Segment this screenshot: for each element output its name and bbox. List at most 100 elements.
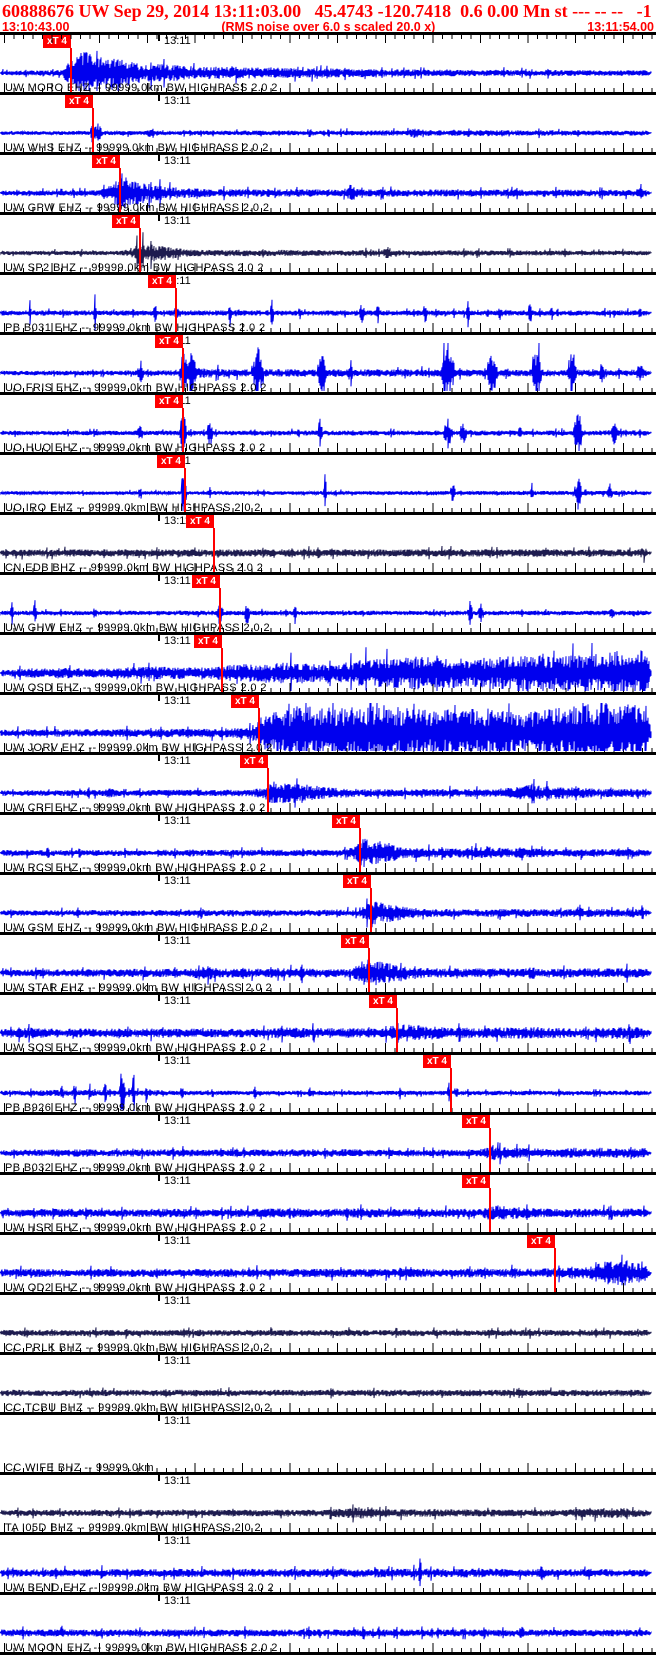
- trace-row-moro[interactable]: 13:11 xT 4 UW MORO EHZ -- 99999.0km BW H…: [0, 35, 656, 95]
- trace-row-rcs[interactable]: 13:11 xT 4 UW RCS EHZ -- 99999.0km BW HI…: [0, 815, 656, 875]
- trace-row-iro[interactable]: 13:11 xT 4 UO IRO EHZ -- 99999.0km BW HI…: [0, 455, 656, 515]
- trace-row-prlk[interactable]: 13:11 CC PRLK BHZ -- 99999.0km BW HIGHPA…: [0, 1295, 656, 1355]
- station-label: UW OD2 EHZ -- 99999.0km BW HIGHPASS 2.0 …: [5, 1282, 266, 1294]
- station-label: UW SP2 BHZ -- 99999.0km BW HIGHPASS 2.0 …: [5, 262, 264, 274]
- trace-row-wife[interactable]: 13:11 CC WIFE BHZ -- 99999.0km: [0, 1415, 656, 1475]
- trace-row-jorv[interactable]: 13:11 xT 4 UW JORV EHZ -- 99999.0km BW H…: [0, 695, 656, 755]
- pick-line[interactable]: [182, 408, 184, 452]
- pick-flag[interactable]: xT 4: [240, 755, 268, 768]
- pick-flag[interactable]: xT 4: [343, 875, 371, 888]
- event-header: 60888676 UW Sep 29, 2014 13:11:03.00 45.…: [0, 0, 656, 35]
- trace-row-moon[interactable]: 13:11 UW MOON EHZ -- 99999.0km BW HIGHPA…: [0, 1595, 656, 1655]
- pick-flag[interactable]: xT 4: [112, 215, 140, 228]
- pick-line[interactable]: [370, 888, 372, 932]
- pick-line[interactable]: [450, 1068, 452, 1112]
- trace-row-sqs[interactable]: 13:11 xT 4 UW SQS EHZ -- 99999.0km BW HI…: [0, 995, 656, 1055]
- pick-flag[interactable]: xT 4: [369, 995, 397, 1008]
- trace-row-gpw[interactable]: 13:11 xT 4 UW GPW EHZ -- 99999.0km BW HI…: [0, 155, 656, 215]
- trace-row-ghw[interactable]: 13:11 xT 4 UW GHW EHZ -- 99999.0km BW HI…: [0, 575, 656, 635]
- trace-row-edb[interactable]: 13:11 xT 4 CN EDB BHZ -- 99999.0km BW HI…: [0, 515, 656, 575]
- pick-flag[interactable]: xT 4: [332, 815, 360, 828]
- pick-line[interactable]: [184, 468, 186, 512]
- station-label: UW JORV EHZ -- 99999.0km BW HIGHPASS 2.0…: [5, 742, 273, 754]
- pick-flag[interactable]: xT 4: [194, 635, 222, 648]
- trace-row-crf[interactable]: 13:11 xT 4 UW CRF EHZ -- 99999.0km BW HI…: [0, 755, 656, 815]
- station-label: UW CRF EHZ -- 99999.0km BW HIGHPASS 2.0 …: [5, 802, 266, 814]
- trace-row-b032[interactable]: 13:11 xT 4 PB B032 EHZ -- 99999.0km BW H…: [0, 1115, 656, 1175]
- pick-flag[interactable]: xT 4: [423, 1055, 451, 1068]
- trace-row-bend[interactable]: 13:11 UW BEND EHZ -- 99999.0km BW HIGHPA…: [0, 1535, 656, 1595]
- pick-flag[interactable]: xT 4: [65, 95, 93, 108]
- station-label: UW GPW EHZ -- 99999.0km BW HIGHPASS 2.0 …: [5, 202, 270, 214]
- rms-scaling-note: (RMS noise over 6.0 s scaled 20.0 x): [221, 20, 436, 34]
- pick-line[interactable]: [139, 228, 141, 272]
- pick-line[interactable]: [554, 1248, 556, 1292]
- station-label: PB B032 EHZ -- 99999.0km BW HIGHPASS 2.0…: [5, 1162, 266, 1174]
- trace-row-i05d[interactable]: 13:11 TA I05D BHZ -- 99999.0km BW HIGHPA…: [0, 1475, 656, 1535]
- pick-line[interactable]: [182, 348, 184, 392]
- station-label: UO FRIS EHZ -- 99999.0km BW HIGHPASS 2.0…: [5, 382, 267, 394]
- trace-row-sp2[interactable]: 13:11 xT 4 UW SP2 BHZ -- 99999.0km BW HI…: [0, 215, 656, 275]
- minute-tick: [158, 1415, 160, 1421]
- pick-flag[interactable]: xT 4: [157, 455, 185, 468]
- pick-line[interactable]: [267, 768, 269, 812]
- trace-row-b926[interactable]: 13:11 xT 4 PB B926 EHZ -- 99999.0km BW H…: [0, 1055, 656, 1115]
- station-label: UW HSR EHZ -- 99999.0km BW HIGHPASS 2.0 …: [5, 1222, 267, 1234]
- pick-line[interactable]: [92, 108, 94, 152]
- pick-line[interactable]: [396, 1008, 398, 1052]
- pick-line[interactable]: [70, 48, 72, 92]
- pick-line[interactable]: [258, 708, 260, 752]
- pick-line[interactable]: [213, 528, 215, 572]
- station-label: UW GSM EHZ -- 99999.0km BW HIGHPASS 2.0 …: [5, 922, 269, 934]
- station-label: UW STAR EHZ -- 99999.0km BW HIGHPASS 2.0…: [5, 982, 273, 994]
- station-label: TA I05D BHZ -- 99999.0km BW HIGHPASS 2.0…: [5, 1522, 262, 1534]
- station-label: UW RCS EHZ -- 99999.0km BW HIGHPASS 2.0 …: [5, 862, 267, 874]
- station-label: UO HUQ EHZ -- 99999.0km BW HIGHPASS 2.0 …: [5, 442, 266, 454]
- pick-flag[interactable]: xT 4: [155, 395, 183, 408]
- station-label: UO IRO EHZ -- 99999.0km BW HIGHPASS 2.0 …: [5, 502, 261, 514]
- pick-line[interactable]: [489, 1128, 491, 1172]
- pick-line[interactable]: [221, 648, 223, 692]
- trace-row-b031[interactable]: 13:11 xT 4 PB B031 EHZ -- 99999.0km BW H…: [0, 275, 656, 335]
- window-end-time: 13:11:54.00: [587, 20, 654, 34]
- minute-label: 13:11: [164, 1415, 191, 1427]
- station-label: CC PRLK BHZ -- 99999.0km BW HIGHPASS 2.0…: [5, 1342, 270, 1354]
- station-label: UW OSD EHZ -- 99999.0km BW HIGHPASS 2.0 …: [5, 682, 267, 694]
- trace-row-tcbu[interactable]: 13:11 CC TCBU BHZ -- 99999.0km BW HIGHPA…: [0, 1355, 656, 1415]
- station-label: UW WHS EHZ -- 99999.0km BW HIGHPASS 2.0 …: [5, 142, 269, 154]
- pick-line[interactable]: [359, 828, 361, 872]
- trace-row-huq[interactable]: 13:11 xT 4 UO HUQ EHZ -- 99999.0km BW HI…: [0, 395, 656, 455]
- pick-line[interactable]: [119, 168, 121, 212]
- pick-line[interactable]: [368, 948, 370, 992]
- station-label: PB B926 EHZ -- 99999.0km BW HIGHPASS 2.0…: [5, 1102, 266, 1114]
- pick-flag[interactable]: xT 4: [231, 695, 259, 708]
- trace-row-whs[interactable]: 13:11 xT 4 UW WHS EHZ -- 99999.0km BW HI…: [0, 95, 656, 155]
- station-label: PB B031 EHZ -- 99999.0km BW HIGHPASS 2.0…: [5, 322, 266, 334]
- pick-flag[interactable]: xT 4: [186, 515, 214, 528]
- trace-row-osd[interactable]: 13:11 xT 4 UW OSD EHZ -- 99999.0km BW HI…: [0, 635, 656, 695]
- event-summary-line: 60888676 UW Sep 29, 2014 13:11:03.00 45.…: [2, 1, 652, 21]
- trace-row-od2[interactable]: 13:11 xT 4 UW OD2 EHZ -- 99999.0km BW HI…: [0, 1235, 656, 1295]
- station-label: UW SQS EHZ -- 99999.0km BW HIGHPASS 2.0 …: [5, 1042, 267, 1054]
- pick-line[interactable]: [175, 288, 177, 332]
- trace-row-hsr[interactable]: 13:11 xT 4 UW HSR EHZ -- 99999.0km BW HI…: [0, 1175, 656, 1235]
- trace-row-star[interactable]: 13:11 xT 4 UW STAR EHZ -- 99999.0km BW H…: [0, 935, 656, 995]
- station-label: UW MORO EHZ -- 99999.0km BW HIGHPASS 2.0…: [5, 82, 278, 94]
- pick-flag[interactable]: xT 4: [148, 275, 176, 288]
- station-label: CC WIFE BHZ -- 99999.0km: [5, 1462, 154, 1474]
- pick-flag[interactable]: xT 4: [527, 1235, 555, 1248]
- pick-flag[interactable]: xT 4: [155, 335, 183, 348]
- pick-line[interactable]: [219, 588, 221, 632]
- trace-row-fris[interactable]: 13:11 xT 4 UO FRIS EHZ -- 99999.0km BW H…: [0, 335, 656, 395]
- pick-flag[interactable]: xT 4: [192, 575, 220, 588]
- pick-flag[interactable]: xT 4: [43, 35, 71, 48]
- pick-flag[interactable]: xT 4: [341, 935, 369, 948]
- station-label: CN EDB BHZ -- 99999.0km BW HIGHPASS 2.0 …: [5, 562, 264, 574]
- seismogram-list[interactable]: 13:11 xT 4 UW MORO EHZ -- 99999.0km BW H…: [0, 35, 656, 1655]
- pick-line[interactable]: [489, 1188, 491, 1232]
- pick-flag[interactable]: xT 4: [462, 1175, 490, 1188]
- station-label: UW BEND EHZ -- 99999.0km BW HIGHPASS 2.0…: [5, 1582, 275, 1594]
- trace-row-gsm[interactable]: 13:11 xT 4 UW GSM EHZ -- 99999.0km BW HI…: [0, 875, 656, 935]
- pick-flag[interactable]: xT 4: [92, 155, 120, 168]
- pick-flag[interactable]: xT 4: [462, 1115, 490, 1128]
